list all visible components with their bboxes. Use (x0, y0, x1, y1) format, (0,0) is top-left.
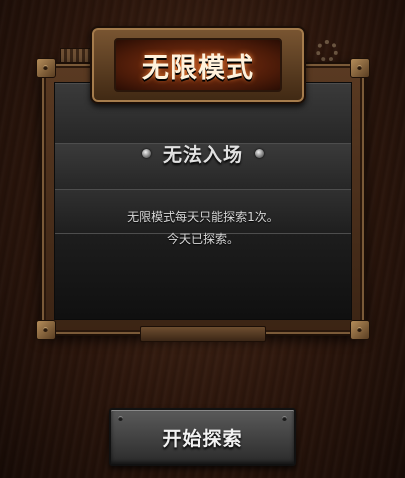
rivet-dot-icon (141, 149, 151, 158)
corner-rivet (36, 58, 56, 78)
dialog-message: 无限模式每天只能探索1次。 今天已探索。 (42, 206, 364, 250)
message-line: 今天已探索。 (166, 232, 239, 246)
title-plate: 无限模式 (90, 26, 306, 104)
corner-rivet (350, 320, 370, 340)
rivet-dot-icon (255, 149, 264, 158)
dialog-panel (54, 82, 352, 320)
dialog-title: 无限模式 (142, 52, 254, 84)
start-explore-label: 开始探索 (162, 427, 243, 450)
corner-rivet (350, 58, 370, 78)
start-explore-button[interactable]: 开始探索 (109, 408, 296, 466)
title-plate-inner: 无限模式 (114, 38, 282, 92)
gear-icon (316, 40, 338, 62)
subtitle-row: 无法入场 (42, 140, 364, 167)
message-line: 无限模式每天只能探索1次。 (127, 210, 279, 224)
frame-bottom-trim (140, 326, 266, 342)
corner-rivet (36, 320, 56, 340)
dialog-subtitle: 无法入场 (162, 144, 243, 166)
